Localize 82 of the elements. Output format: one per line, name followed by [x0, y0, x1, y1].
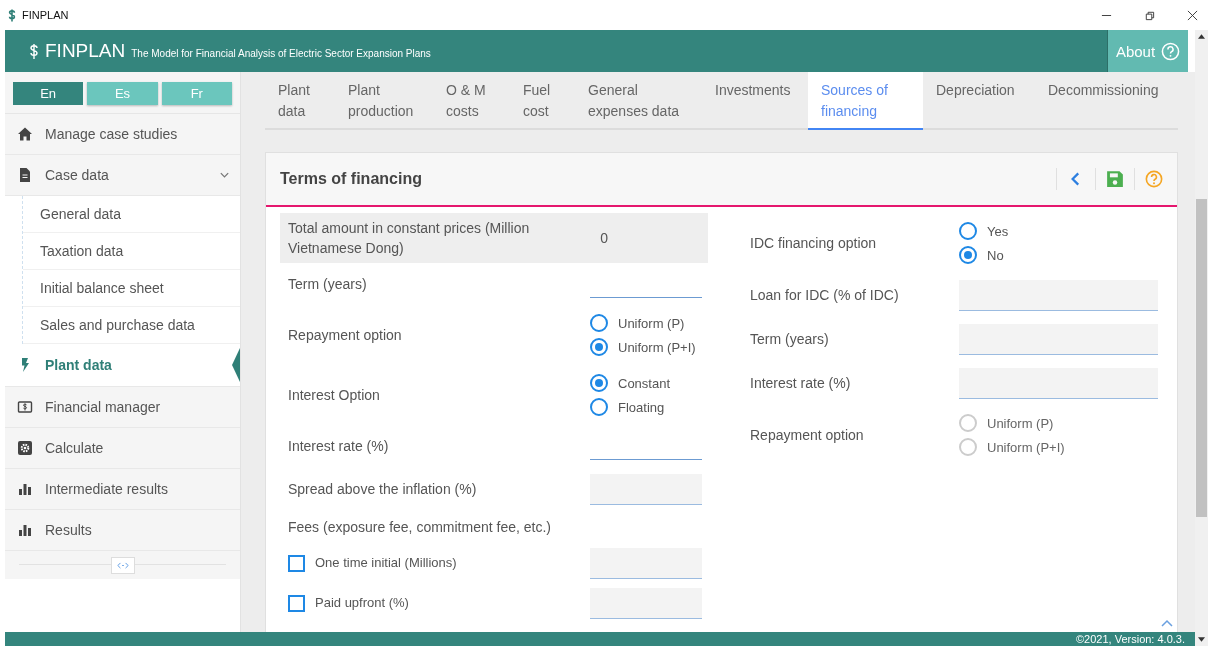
field-label: Term (years)	[287, 275, 367, 294]
home-icon	[17, 126, 33, 142]
chevron-up-icon[interactable]	[1161, 619, 1173, 627]
field-label: Interest rate (%)	[749, 374, 851, 393]
field-label: Total amount in constant prices (Million Vietnamese Dong)	[287, 219, 531, 258]
field-label: Loan for IDC (% of IDC)	[749, 286, 899, 305]
tab[interactable]: O & M costs	[433, 72, 510, 128]
tab[interactable]: Plant production	[335, 72, 433, 128]
input-field[interactable]	[590, 547, 702, 579]
panel-title: Terms of financing	[280, 170, 422, 188]
scrollbar[interactable]	[1195, 30, 1208, 646]
tab[interactable]: Plant data	[265, 72, 335, 128]
tab[interactable]: Decommissioning	[1035, 72, 1178, 128]
sidebar-item[interactable]: Intermediate results	[5, 469, 240, 510]
radio-button[interactable]	[590, 374, 608, 392]
sidebar-subitem[interactable]: Taxation data	[23, 233, 240, 270]
input-field[interactable]	[959, 279, 1158, 311]
sidebar-subitem[interactable]: General data	[23, 196, 240, 233]
scroll-up-icon[interactable]	[1198, 34, 1205, 39]
save-icon[interactable]	[1106, 170, 1124, 188]
field-label: Term (years)	[749, 330, 829, 349]
sidebar-item[interactable]: Manage case studies	[5, 114, 240, 155]
bar-chart-icon	[17, 481, 33, 497]
sidebar-item[interactable]: Financial manager	[5, 387, 240, 428]
money-icon	[17, 399, 33, 415]
checkbox[interactable]	[288, 554, 305, 572]
collapse-button[interactable]	[110, 556, 135, 574]
radio-label: Uniform (P+I)	[987, 439, 1065, 455]
gear-icon	[17, 440, 33, 456]
field-value: 0	[600, 230, 608, 246]
version-text: ©2021, Version: 4.0.3.	[1076, 632, 1185, 646]
resize-arrows-icon	[116, 561, 129, 569]
close-icon[interactable]	[1187, 9, 1198, 21]
field-label: Repayment option	[749, 426, 864, 445]
window-title: FINPLAN	[22, 9, 69, 21]
tab[interactable]: Investments	[702, 72, 808, 128]
sidebar-item[interactable]: Calculate	[5, 428, 240, 469]
field-label: One time initial (Millions)	[314, 554, 457, 572]
input-field[interactable]	[959, 367, 1158, 399]
app-title: FINPLAN	[45, 40, 126, 62]
radio-button[interactable]	[959, 246, 977, 264]
field-label: Interest rate (%)	[287, 437, 389, 456]
radio-label: Uniform (P+I)	[618, 339, 696, 355]
document-icon	[17, 167, 33, 183]
tab[interactable]: Fuel cost	[510, 72, 575, 128]
radio-button[interactable]	[590, 314, 608, 332]
radio-label: Yes	[987, 223, 1009, 239]
tab[interactable]: General expenses data	[575, 72, 702, 128]
radio-button[interactable]	[590, 398, 608, 416]
sidebar-item[interactable]: Case data	[5, 155, 240, 196]
app-subtitle: The Model for Financial Analysis of Electric Sector Expansion Plans	[131, 47, 431, 59]
checkbox[interactable]	[288, 594, 305, 612]
help-icon[interactable]	[1145, 170, 1163, 188]
chevron-down-icon	[219, 171, 230, 179]
input-field[interactable]	[590, 473, 702, 505]
input-field[interactable]	[959, 323, 1158, 355]
sidebar-subitem[interactable]: Initial balance sheet	[23, 270, 240, 307]
tab[interactable]: Depreciation	[923, 72, 1035, 128]
help-icon	[1161, 41, 1181, 61]
radio-button[interactable]	[959, 222, 977, 240]
restore-icon[interactable]	[1144, 9, 1155, 21]
radio-label: Uniform (P)	[987, 415, 1054, 431]
dollar-icon	[29, 42, 39, 60]
field-label: Paid upfront (%)	[314, 594, 409, 612]
field-label: Spread above the inflation (%)	[287, 480, 477, 499]
dollar-icon	[8, 8, 16, 22]
field-label: Interest Option	[287, 386, 380, 405]
field-label: Repayment option	[287, 326, 402, 345]
scrollbar-thumb[interactable]	[1196, 199, 1207, 517]
radio-label: Floating	[618, 399, 665, 415]
bar-chart-icon	[17, 522, 33, 538]
tab[interactable]: Sources of financing	[808, 72, 923, 130]
sidebar-item[interactable]: Results	[5, 510, 240, 551]
radio-label: No	[987, 247, 1004, 263]
scroll-down-icon[interactable]	[1198, 637, 1205, 642]
radio-label: Uniform (P)	[618, 315, 685, 331]
field-label: Fees (exposure fee, commitment fee, etc.)	[287, 518, 551, 537]
radio-label: Constant	[618, 375, 671, 391]
language-button[interactable]: En	[13, 82, 84, 105]
field-label: IDC financing option	[749, 234, 877, 253]
radio-button[interactable]	[590, 338, 608, 356]
input-field[interactable]	[590, 587, 702, 619]
